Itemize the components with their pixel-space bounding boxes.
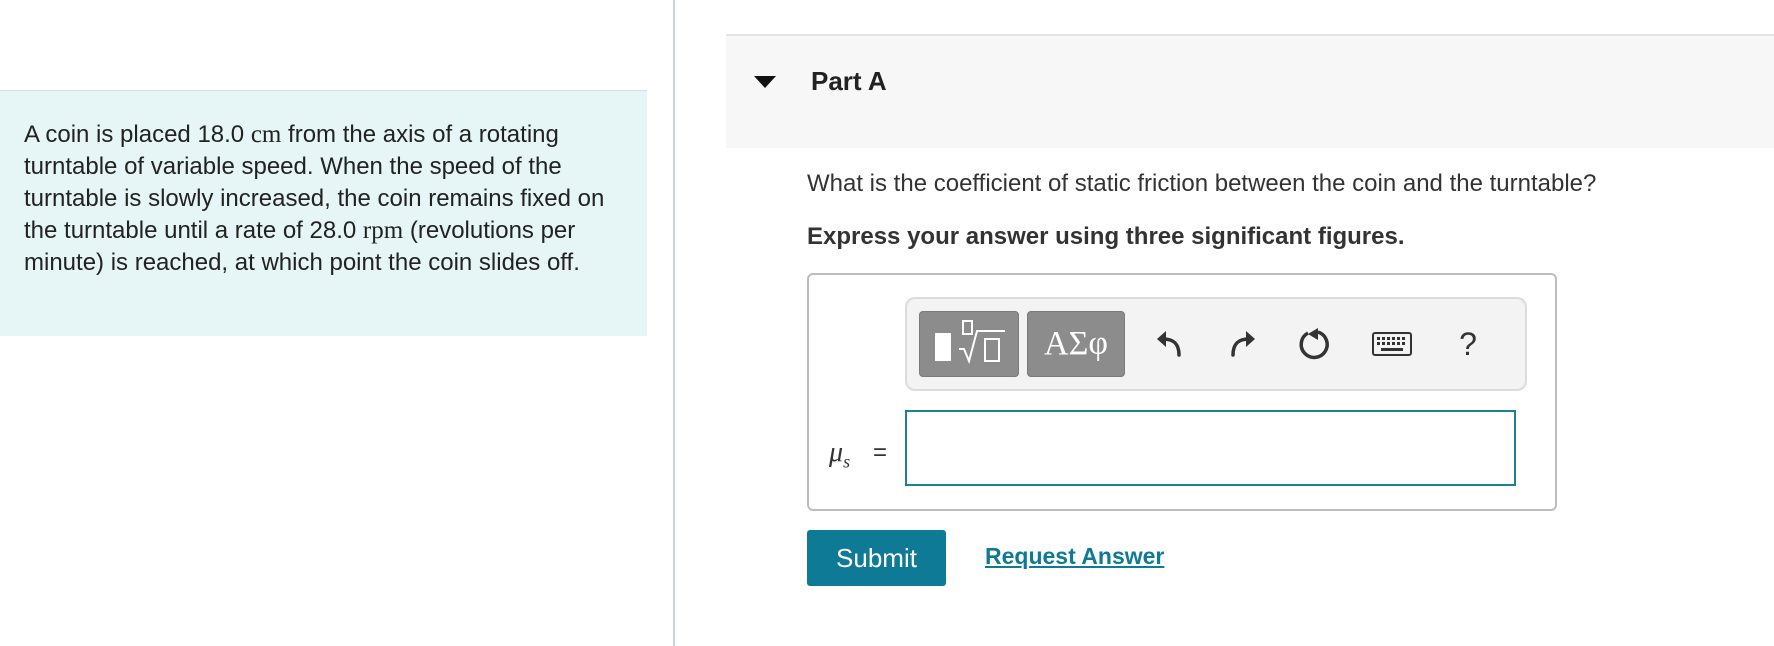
part-title: Part A (811, 66, 887, 96)
redo-icon[interactable] (1217, 319, 1267, 369)
problem-text-1: A coin is placed 18.0 (24, 121, 251, 148)
submit-button[interactable]: Submit (807, 530, 946, 586)
panel-divider (673, 0, 675, 646)
caret-down-icon[interactable] (754, 76, 776, 88)
answer-variable: μs (829, 437, 851, 472)
greek-symbols-button[interactable]: ΑΣφ (1027, 311, 1125, 377)
unit-cm: cm (250, 121, 282, 148)
keyboard-icon[interactable] (1367, 319, 1417, 369)
answer-box: ΑΣφ ? μs = (807, 273, 1557, 511)
problem-statement: A coin is placed 18.0 cm from the axis o… (0, 90, 647, 336)
math-toolbar: ΑΣφ ? (905, 297, 1527, 391)
answer-input[interactable] (905, 410, 1516, 486)
question-text: What is the coefficient of static fricti… (807, 170, 1597, 197)
undo-icon[interactable] (1145, 319, 1195, 369)
reset-icon[interactable] (1289, 319, 1339, 369)
help-button[interactable]: ? (1443, 319, 1493, 369)
request-answer-link[interactable]: Request Answer (985, 543, 1164, 570)
instruction-text: Express your answer using three signific… (807, 223, 1405, 250)
equals-sign: = (873, 439, 888, 466)
templates-button[interactable] (919, 311, 1019, 377)
part-header[interactable]: Part A (726, 34, 1774, 148)
unit-rpm: rpm (362, 217, 404, 244)
templates-radical-icon (935, 320, 1005, 365)
